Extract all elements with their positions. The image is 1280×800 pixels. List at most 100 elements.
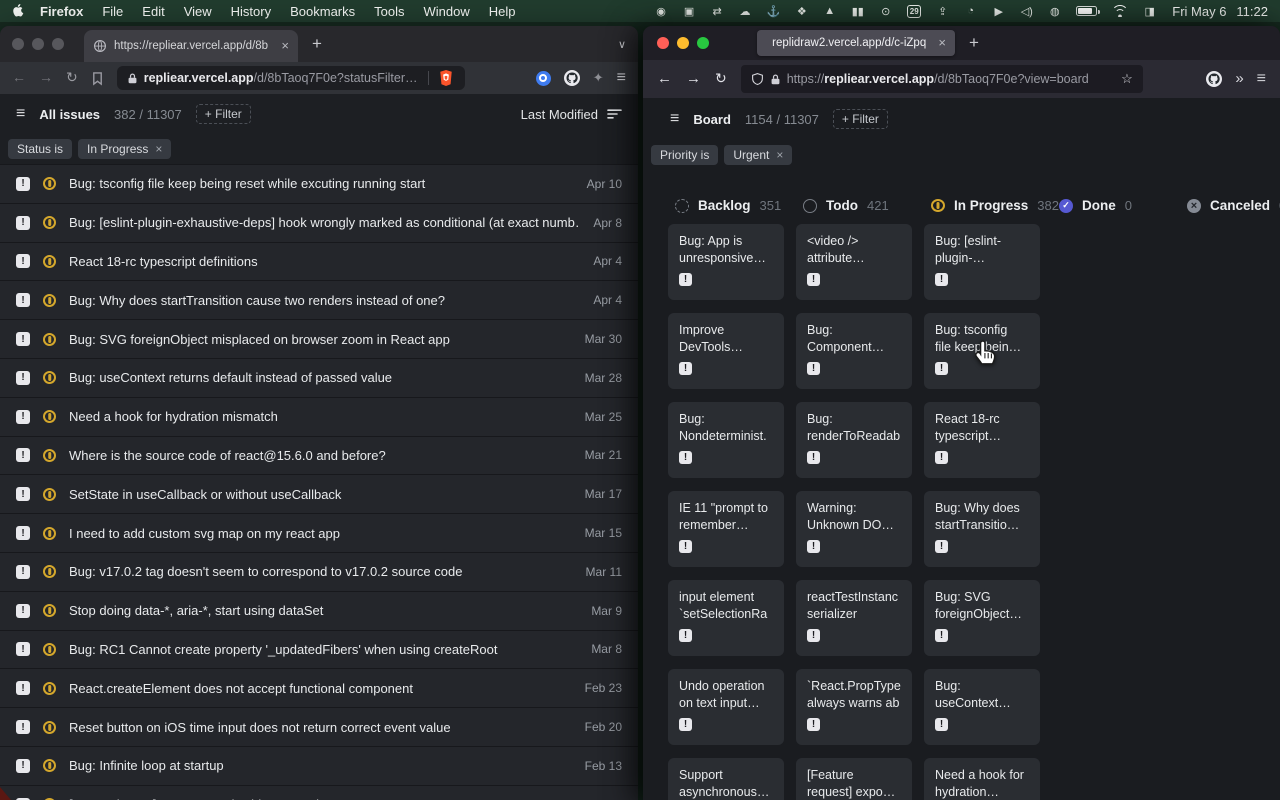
issue-card[interactable]: Undo operation on text input… bbox=[668, 669, 784, 745]
filter-value-chip[interactable]: In Progress bbox=[78, 139, 171, 159]
github-icon[interactable] bbox=[564, 70, 580, 86]
menu-item[interactable]: Window bbox=[424, 4, 470, 19]
board-column-header[interactable]: Canceled 0 bbox=[1187, 198, 1280, 213]
issue-row[interactable]: I need to add custom svg map on my react… bbox=[0, 514, 638, 553]
minimize-window-button[interactable] bbox=[677, 37, 689, 49]
issue-row[interactable]: Bug: v17.0.2 tag doesn't seem to corresp… bbox=[0, 553, 638, 592]
menu-item[interactable]: Bookmarks bbox=[290, 4, 355, 19]
siri-icon[interactable]: ◍ bbox=[1048, 4, 1061, 18]
issue-row[interactable]: Bug: [eslint-plugin-exhaustive-deps] hoo… bbox=[0, 204, 638, 243]
brave-shield-icon[interactable] bbox=[439, 70, 453, 86]
bookmark-icon[interactable] bbox=[91, 71, 104, 86]
board-column-header[interactable]: In Progress 382 bbox=[931, 198, 1059, 213]
tracking-shield-icon[interactable] bbox=[751, 72, 764, 86]
issue-row[interactable]: Bug: useContext returns default instead … bbox=[0, 359, 638, 398]
menu-item[interactable]: View bbox=[184, 4, 212, 19]
dropbox-icon[interactable]: ❖ bbox=[795, 4, 808, 18]
issue-card[interactable]: <video /> attribute… bbox=[796, 224, 912, 300]
board-column-header[interactable]: Done 0 bbox=[1059, 198, 1187, 213]
issue-card[interactable]: Bug: Nondeterminist. bbox=[668, 402, 784, 478]
new-tab-button[interactable] bbox=[312, 26, 322, 62]
volume-icon[interactable]: ◁) bbox=[1020, 4, 1033, 18]
one-password-icon[interactable]: ⊙ bbox=[879, 4, 892, 18]
camera-icon[interactable]: ▣ bbox=[683, 4, 696, 18]
menu-clock[interactable]: Fri May 6 11:22 bbox=[1172, 4, 1268, 19]
close-tab-icon[interactable] bbox=[281, 37, 289, 55]
issue-card[interactable]: reactTestInstanc serializer bbox=[796, 580, 912, 656]
reload-button[interactable] bbox=[715, 70, 727, 88]
filter-value-chip[interactable]: Urgent bbox=[724, 145, 792, 165]
issue-card[interactable]: input element `setSelectionRa bbox=[668, 580, 784, 656]
issue-row[interactable]: Reset button on iOS time input does not … bbox=[0, 708, 638, 747]
overflow-menu-icon[interactable] bbox=[1235, 70, 1243, 88]
traffic-lights[interactable] bbox=[657, 37, 709, 49]
issue-row[interactable]: Bug: RC1 Cannot create property '_update… bbox=[0, 631, 638, 670]
issue-row[interactable]: Bug: SVG foreignObject misplaced on brow… bbox=[0, 320, 638, 359]
upload-icon[interactable]: ⇪ bbox=[936, 4, 949, 18]
close-window-button[interactable] bbox=[12, 38, 24, 50]
sort-order-label[interactable]: Last Modified bbox=[521, 107, 598, 122]
issue-card[interactable]: Bug: useContext… bbox=[924, 669, 1040, 745]
issue-card[interactable]: `React.PropType always warns ab bbox=[796, 669, 912, 745]
board-column-header[interactable]: Todo 421 bbox=[803, 198, 931, 213]
issue-card[interactable]: Warning: Unknown DO… bbox=[796, 491, 912, 567]
issue-row[interactable]: Bug: tsconfig file keep being reset whil… bbox=[0, 165, 638, 204]
issue-card[interactable]: Bug: renderToReadab bbox=[796, 402, 912, 478]
battery-icon[interactable] bbox=[1076, 6, 1097, 16]
issue-card[interactable]: Improve DevTools… bbox=[668, 313, 784, 389]
calendar-icon[interactable]: 29 bbox=[907, 5, 921, 18]
cloud-icon[interactable]: ☁ bbox=[739, 4, 752, 18]
issue-card[interactable]: Bug: Why does startTransitio… bbox=[924, 491, 1040, 567]
menu-item[interactable]: Tools bbox=[374, 4, 404, 19]
app-sidebar-toggle-icon[interactable] bbox=[670, 110, 679, 128]
issue-row[interactable]: React.createElement does not accept func… bbox=[0, 669, 638, 708]
apple-menu-icon[interactable] bbox=[12, 4, 26, 18]
issue-card[interactable]: Support asynchronous… bbox=[668, 758, 784, 800]
issue-row[interactable]: Stop doing data-*, aria-*, start using d… bbox=[0, 592, 638, 631]
issue-card[interactable]: Bug: Component… bbox=[796, 313, 912, 389]
add-filter-button[interactable]: + Filter bbox=[196, 104, 251, 124]
issue-card[interactable]: Bug: App is unresponsive… bbox=[668, 224, 784, 300]
reload-button[interactable] bbox=[66, 69, 78, 87]
issue-row[interactable]: React 18-rc typescript definitions Apr 4 bbox=[0, 243, 638, 282]
issue-row[interactable]: Bug: Why does startTransition cause two … bbox=[0, 281, 638, 320]
tab-search-chevron-icon[interactable] bbox=[618, 26, 626, 62]
zoom-window-button[interactable] bbox=[52, 38, 64, 50]
app-sidebar-toggle-icon[interactable] bbox=[16, 105, 25, 123]
issue-card[interactable]: Need a hook for hydration… bbox=[924, 758, 1040, 800]
board-column-header[interactable]: Backlog 351 bbox=[675, 198, 803, 213]
sort-icon[interactable] bbox=[607, 108, 622, 120]
screen-record-icon[interactable]: ◉ bbox=[655, 4, 668, 18]
new-tab-button[interactable] bbox=[969, 26, 979, 61]
issue-row[interactable]: Need a hook for hydration mismatch Mar 2… bbox=[0, 398, 638, 437]
menu-item[interactable]: History bbox=[231, 4, 271, 19]
window-manager-icon[interactable]: ▮▮ bbox=[851, 4, 864, 18]
issue-row[interactable]: Where is the source code of react@15.6.0… bbox=[0, 437, 638, 476]
issue-card[interactable]: Bug: SVG foreignObject… bbox=[924, 580, 1040, 656]
play-circle-icon[interactable]: ▶ bbox=[992, 4, 1005, 18]
add-filter-button[interactable]: + Filter bbox=[833, 109, 888, 129]
issue-card[interactable]: IE 11 "prompt to remember… bbox=[668, 491, 784, 567]
issue-row[interactable]: SetState in useCallback or without useCa… bbox=[0, 475, 638, 514]
traffic-lights[interactable] bbox=[12, 26, 64, 62]
sync-icon[interactable]: ⇄ bbox=[711, 4, 724, 18]
issue-row[interactable]: [DevTools Bug] Unsupported Bridge operat… bbox=[0, 786, 638, 800]
forward-button[interactable] bbox=[39, 69, 53, 87]
github-icon[interactable] bbox=[1206, 71, 1222, 87]
remove-filter-icon[interactable] bbox=[148, 142, 162, 156]
issue-row[interactable]: Bug: Infinite loop at startup Feb 13 bbox=[0, 747, 638, 786]
wifi-icon[interactable] bbox=[1112, 5, 1128, 17]
address-bar[interactable]: repliear.vercel.app/d/8bTaoq7F0e?statusF… bbox=[117, 66, 465, 90]
address-bar[interactable]: https://repliear.vercel.app/d/8bTaoq7F0e… bbox=[741, 65, 1143, 93]
minimize-window-button[interactable] bbox=[32, 38, 44, 50]
issue-card[interactable]: [Feature request] expo… bbox=[796, 758, 912, 800]
back-button[interactable] bbox=[12, 69, 26, 87]
play-app-icon[interactable]: ▲ bbox=[823, 4, 836, 18]
menu-item[interactable]: File bbox=[102, 4, 123, 19]
power-icon[interactable]: ◔ bbox=[964, 4, 977, 18]
menu-item[interactable]: Edit bbox=[142, 4, 164, 19]
filter-field-chip[interactable]: Status is bbox=[8, 139, 72, 159]
bookmark-star-icon[interactable] bbox=[1121, 70, 1133, 88]
browser-tab[interactable]: https://repliear.vercel.app/d/8b bbox=[84, 30, 298, 62]
browser-menu-icon[interactable] bbox=[617, 69, 626, 87]
